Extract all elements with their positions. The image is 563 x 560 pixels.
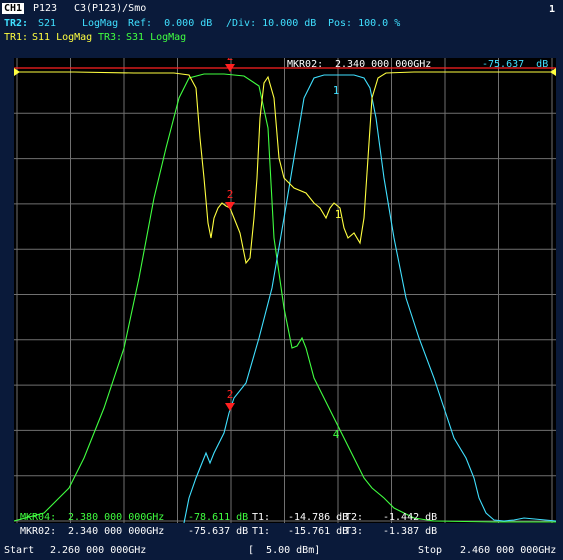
marker-1-s11-number: 1 (335, 208, 342, 221)
trace2-div: /Div: 10.000 dB (226, 18, 317, 29)
marker-2-reference-number: 2 (227, 58, 234, 63)
trace2-param: S21 (38, 18, 57, 29)
start-frequency[interactable]: 2.260 000 000GHz (50, 545, 146, 556)
vna-screen: CH1 P123 C3(P123)/Smo 1 TR2: S21 LogMag … (0, 0, 563, 560)
marker-row-1-v1: -78.611 dB (188, 512, 249, 523)
trace2-format: LogMag (82, 18, 119, 29)
right-scale-marker-icon (550, 68, 556, 76)
power-level[interactable]: [ 5.00 dBm] (248, 545, 320, 556)
stop-frequency[interactable]: 2.460 000 000GHz (460, 545, 556, 556)
marker-row-2-t1: T1: (252, 526, 271, 537)
port-label: P123 (33, 3, 58, 14)
trace3-text: S31 LogMag (126, 32, 187, 43)
top-marker-name: MKR02: (287, 59, 324, 70)
marker-row-1-name: MKR04: (20, 512, 57, 523)
trace3-label[interactable]: TR3: (98, 32, 122, 43)
top-marker-value: -75.637 dB (482, 59, 549, 70)
marker-4-s31-number: 4 (333, 428, 340, 441)
start-label: Start (4, 545, 35, 556)
marker-row-2-v3: -1.387 dB (383, 526, 438, 537)
marker-2-s21-number: 2 (227, 388, 234, 401)
trace-s21-line (183, 74, 557, 524)
window-number: 1 (549, 4, 556, 15)
trace2-ref: Ref: 0.000 dB (128, 18, 213, 29)
marker-1-s21-number: 1 (333, 84, 340, 97)
marker-row-2-v2: -15.761 dB (288, 526, 349, 537)
marker-row-1-v2: -14.786 dB (288, 512, 349, 523)
marker-row-1-v3: -1.442 dB (383, 512, 438, 523)
marker-row-1-freq: 2.380 000 000GHz (68, 512, 165, 523)
top-marker-freq: 2.340 000 000GHz (335, 59, 432, 70)
marker-row-2-freq: 2.340 000 000GHz (68, 526, 165, 537)
marker-row-2-name: MKR02: (20, 526, 57, 537)
calibration-label: C3(P123)/Smo (74, 3, 147, 14)
trace2-pos: Pos: 100.0 % (328, 18, 401, 29)
trace-plot: 2 2 2 1 1 4 (13, 50, 557, 524)
marker-2-s21-triangle (225, 403, 235, 411)
marker-row-1-t1: T1: (252, 512, 271, 523)
channel-badge[interactable]: CH1 (2, 3, 25, 14)
plot-area[interactable]: 2 2 2 1 1 4 (13, 50, 557, 524)
stop-label: Stop (418, 545, 443, 556)
status-bar: Start 2.260 000 000GHz [ 5.00 dBm] Stop … (0, 542, 563, 560)
trace1-label[interactable]: TR1: (4, 32, 28, 43)
marker-row-2-t2: T3: (345, 526, 364, 537)
marker-row-1-t2: T2: (345, 512, 364, 523)
trace1-text: S11 LogMag (32, 32, 93, 43)
trace2-label[interactable]: TR2: (4, 18, 28, 29)
marker-2-s11-number: 2 (227, 188, 234, 201)
marker-row-2-v1: -75.637 dB (188, 526, 249, 537)
